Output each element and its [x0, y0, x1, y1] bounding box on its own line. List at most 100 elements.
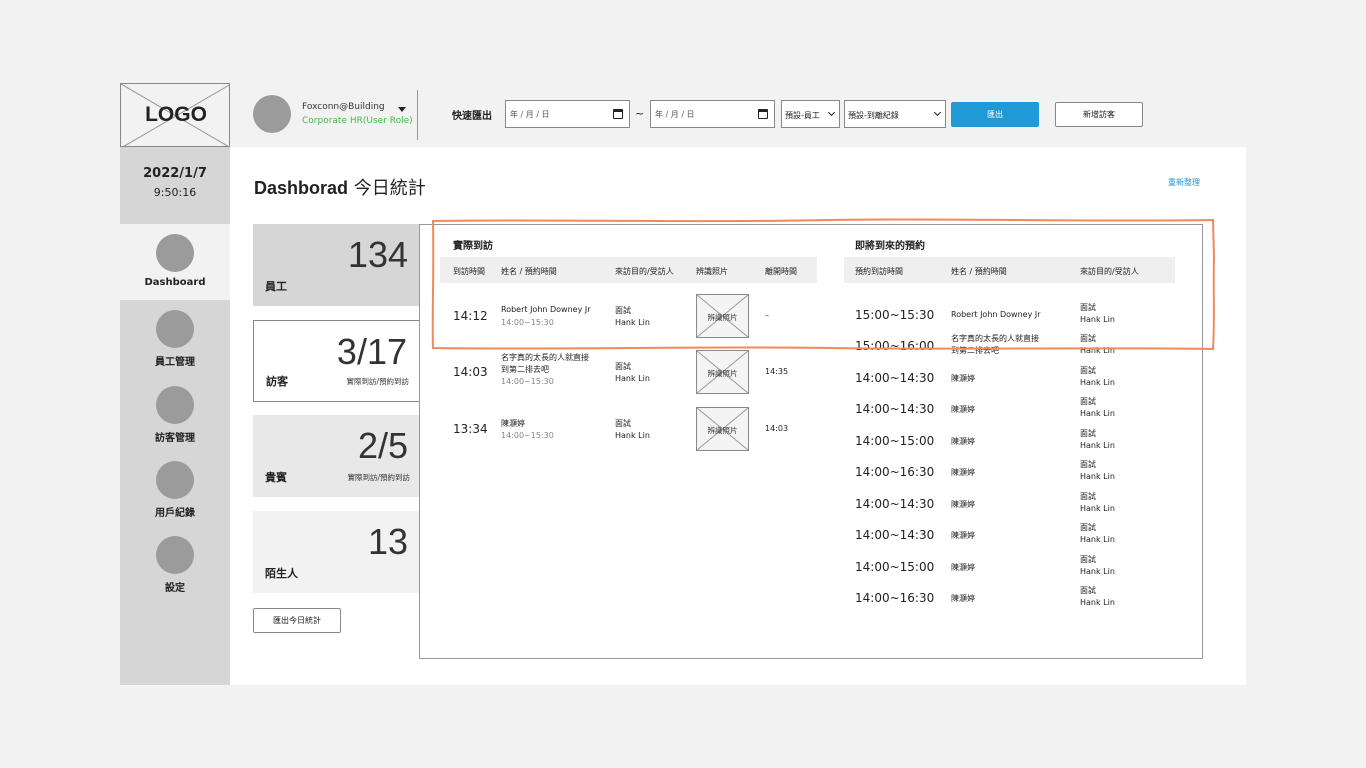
- account-dropdown-caret-icon[interactable]: [398, 107, 406, 112]
- current-date: 2022/1/7: [143, 166, 207, 181]
- sidebar-item-visitor-management[interactable]: 訪客管理: [120, 376, 230, 452]
- sidebar-item-settings[interactable]: 設定: [120, 526, 230, 602]
- list-item[interactable]: 14:00~16:30 陳灝婷 面試 Hank Lin: [420, 457, 1204, 487]
- list-item[interactable]: 15:00~15:30 Robert John Downey Jr 面試 Hank L…: [420, 300, 1204, 330]
- stat-label: 訪客: [266, 375, 288, 388]
- visitor-name: 陳灝婷: [951, 374, 975, 383]
- appointment-time: 15:00~15:30: [855, 308, 935, 322]
- visit-purpose: 面試: [1080, 492, 1096, 501]
- stat-label: 員工: [265, 280, 287, 293]
- page-title-en: Dashborad: [254, 178, 349, 198]
- page-title: Dashborad 今日統計: [254, 174, 426, 200]
- appointment-time: 14:00~14:30: [855, 497, 935, 511]
- export-button[interactable]: 匯出: [951, 102, 1039, 127]
- host-name: Hank Lin: [1080, 315, 1115, 324]
- appointment-time: 14:00~16:30: [855, 465, 935, 479]
- visitor-name: 陳灝婷: [951, 563, 975, 572]
- end-date-input[interactable]: 年 / 月 / 日: [650, 100, 775, 128]
- list-item[interactable]: 14:00~15:00 陳灝婷 面試 Hank Lin: [420, 552, 1204, 582]
- refresh-link[interactable]: 重新整理: [1168, 177, 1200, 188]
- list-item[interactable]: 14:00~14:30 陳灝婷 面試 Hank Lin: [420, 363, 1204, 393]
- host-name: Hank Lin: [1080, 346, 1115, 355]
- type-select-value: 預設-員工: [785, 111, 820, 120]
- stat-value: 13: [367, 521, 408, 562]
- visitor-name: Robert John Downey Jr: [951, 310, 1041, 319]
- column-header: 姓名 / 預約時間: [951, 267, 1007, 276]
- current-datetime: 2022/1/7 9:50:16: [120, 147, 230, 224]
- sidebar-item-employee-management[interactable]: 員工管理: [120, 300, 230, 376]
- sidebar-item-dashboard[interactable]: Dashboard: [120, 224, 230, 300]
- actual-visits-title: 實際到訪: [453, 241, 493, 252]
- stat-card-strangers: 13 陌生人: [253, 511, 420, 593]
- sidebar-item-label: 設定: [165, 583, 185, 594]
- start-date-input[interactable]: 年 / 月 / 日: [505, 100, 630, 128]
- host-name: Hank Lin: [1080, 441, 1115, 450]
- add-visitor-button[interactable]: 新增訪客: [1055, 102, 1143, 127]
- logo: LOGO: [120, 83, 230, 147]
- column-header: 到訪時間: [453, 267, 485, 276]
- employee-icon: [156, 310, 194, 348]
- host-name: Hank Lin: [1080, 378, 1115, 387]
- column-header: 來訪目的/受訪人: [615, 267, 674, 276]
- stat-card-visitors: 3/17 訪客 實際到訪/預約到訪: [253, 320, 420, 402]
- app-frame: LOGO Foxconn@Building Corporate HR(User …: [120, 83, 1246, 685]
- visits-panel: 實際到訪 到訪時間 姓名 / 預約時間 來訪目的/受訪人 辨識照片 離開時間 1…: [419, 224, 1203, 659]
- stat-value: 3/17: [336, 331, 407, 372]
- visit-purpose: 面試: [1080, 586, 1096, 595]
- export-today-stats-button[interactable]: 匯出今日統計: [253, 608, 341, 633]
- host-name: Hank Lin: [1080, 409, 1115, 418]
- stat-subtitle: 實際到訪/預約到訪: [347, 473, 410, 482]
- sidebar: 2022/1/7 9:50:16 Dashboard 員工管理 訪客管理 用戶紀…: [120, 147, 230, 685]
- logo-text: LOGO: [145, 103, 207, 126]
- calendar-icon[interactable]: [613, 109, 623, 119]
- stat-subtitle: 實際到訪/預約到訪: [346, 377, 409, 386]
- records-icon: [156, 461, 194, 499]
- visit-purpose: 面試: [1080, 429, 1096, 438]
- list-item[interactable]: 15:00~16:00 名字真的太長的人就直接 到第二排去吧 面試 Hank Lin: [420, 331, 1204, 361]
- chevron-down-icon: [827, 108, 836, 117]
- column-header: 姓名 / 預約時間: [501, 267, 557, 276]
- type-select[interactable]: 預設-員工: [781, 100, 840, 128]
- upcoming-title: 即將到來的預約: [855, 241, 925, 252]
- appointment-time: 14:00~15:00: [855, 560, 935, 574]
- page-title-zh: 今日統計: [348, 178, 426, 199]
- sidebar-item-label: 用戶紀錄: [155, 508, 195, 519]
- visit-purpose: 面試: [1080, 555, 1096, 564]
- quick-export-label: 快速匯出: [452, 111, 492, 122]
- chevron-down-icon: [933, 108, 942, 117]
- list-item[interactable]: 14:00~15:00 陳灝婷 面試 Hank Lin: [420, 426, 1204, 456]
- avatar[interactable]: [253, 95, 291, 133]
- top-bar: LOGO Foxconn@Building Corporate HR(User …: [120, 83, 1246, 147]
- sidebar-item-label: Dashboard: [144, 277, 206, 288]
- stat-label: 陌生人: [265, 567, 298, 580]
- sidebar-item-user-records[interactable]: 用戶紀錄: [120, 451, 230, 527]
- host-name: Hank Lin: [1080, 504, 1115, 513]
- visit-purpose: 面試: [1080, 523, 1096, 532]
- account-name: Foxconn@Building: [302, 102, 385, 112]
- visit-purpose: 面試: [1080, 460, 1096, 469]
- settings-icon: [156, 536, 194, 574]
- visitor-name: 陳灝婷: [951, 468, 975, 477]
- sidebar-item-label: 員工管理: [155, 357, 195, 368]
- visitor-name-line2: 到第二排去吧: [951, 346, 999, 355]
- visitor-name: 陳灝婷: [951, 531, 975, 540]
- list-item[interactable]: 14:00~14:30 陳灝婷 面試 Hank Lin: [420, 394, 1204, 424]
- visit-purpose: 面試: [1080, 334, 1096, 343]
- visitor-icon: [156, 386, 194, 424]
- appointment-time: 14:00~15:00: [855, 434, 935, 448]
- divider: [417, 90, 418, 140]
- list-item[interactable]: 14:00~14:30 陳灝婷 面試 Hank Lin: [420, 489, 1204, 519]
- host-name: Hank Lin: [1080, 472, 1115, 481]
- appointment-time: 15:00~16:00: [855, 339, 935, 353]
- list-item[interactable]: 14:00~16:30 陳灝婷 面試 Hank Lin: [420, 583, 1204, 613]
- stat-card-employees: 134 員工: [253, 224, 420, 306]
- column-header: 辨識照片: [696, 267, 728, 276]
- record-select[interactable]: 預設-到離紀錄: [844, 100, 946, 128]
- visitor-name: 名字真的太長的人就直接: [951, 334, 1039, 343]
- list-item[interactable]: 14:00~14:30 陳灝婷 面試 Hank Lin: [420, 520, 1204, 550]
- start-date-placeholder: 年 / 月 / 日: [510, 110, 550, 119]
- sidebar-item-label: 訪客管理: [155, 433, 195, 444]
- stat-card-vip: 2/5 貴賓 實際到訪/預約到訪: [253, 415, 420, 497]
- calendar-icon[interactable]: [758, 109, 768, 119]
- visit-purpose: 面試: [1080, 366, 1096, 375]
